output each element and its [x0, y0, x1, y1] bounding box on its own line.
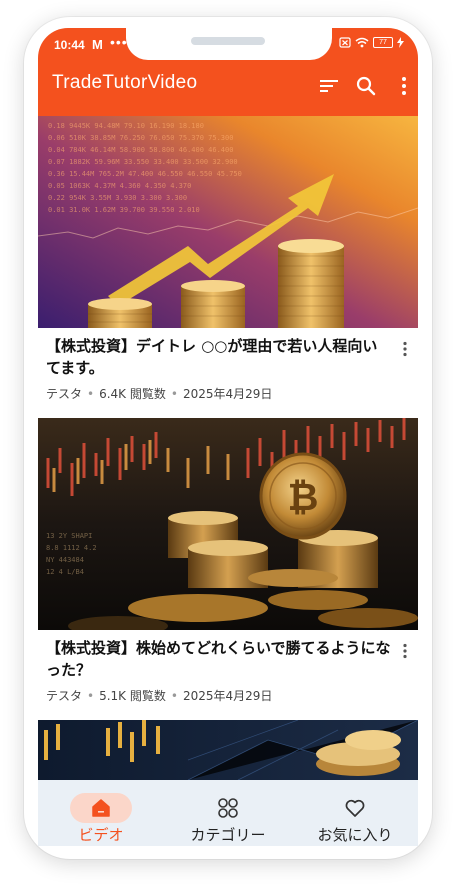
nav-favorite-label: お気に入り [317, 826, 393, 844]
status-time: 10:44 [54, 38, 85, 52]
app-bar: 10:44 M ••• 77 TradeTutorVideo [38, 28, 418, 116]
video-options-icon[interactable] [400, 341, 410, 357]
svg-text:8.8 1112 4.2: 8.8 1112 4.2 [46, 544, 97, 552]
charging-icon [397, 37, 404, 48]
more-vert-icon[interactable] [392, 74, 416, 98]
heart-icon [345, 799, 365, 817]
video-meta: テスタ • 5.1K 閲覧数 • 2025年4月29日 [46, 687, 272, 704]
svg-text:12 4 L/B4: 12 4 L/B4 [46, 568, 84, 576]
video-card[interactable]: 13 2Y SHAPI 8.8 1112 4.2 NY 443484 12 4 … [38, 418, 418, 720]
svg-text:₿: ₿ [288, 475, 319, 519]
svg-text:0.01 31.0K 1.62M 39.700: 0.01 31.0K 1.62M 39.700 39.550 2.010 [48, 206, 200, 214]
channel-name[interactable]: テスタ [46, 387, 82, 401]
separator: • [87, 689, 95, 703]
search-icon[interactable] [354, 74, 378, 98]
view-count: 5.1K 閲覧数 [99, 689, 166, 703]
bottom-navigation: ビデオ カテゴリー お気に入り [38, 780, 418, 846]
separator: • [87, 387, 95, 401]
wifi-icon [355, 37, 369, 48]
svg-text:0.04 784K 46.14M 58.900: 0.04 784K 46.14M 58.900 58.800 46.400 46… [48, 146, 233, 154]
svg-text:0.07 1882K 59.96M 33.550: 0.07 1882K 59.96M 33.550 33.400 33.500 3… [48, 158, 238, 166]
upload-date: 2025年4月29日 [182, 689, 273, 703]
video-list: 0.18 9445K 94.48M 79.10 16.190 18.180 0.… [38, 116, 418, 846]
video-options-icon[interactable] [400, 643, 410, 659]
separator: • [170, 387, 178, 401]
home-icon [92, 799, 110, 817]
channel-name[interactable]: テスタ [46, 689, 82, 703]
app-screen: 10:44 M ••• 77 TradeTutorVideo 0.18 9445… [38, 28, 418, 846]
category-grid-icon [218, 798, 238, 818]
camera-notch [126, 28, 332, 60]
nav-category-tab[interactable]: カテゴリー [164, 780, 292, 846]
speaker-grille [191, 37, 265, 45]
gmail-notification-icon: M [92, 37, 103, 52]
svg-text:13 2Y SHAPI: 13 2Y SHAPI [46, 532, 92, 540]
separator: • [170, 689, 178, 703]
svg-text:0.05 1063K 4.37M 4.360: 0.05 1063K 4.37M 4.360 4.350 4.370 [48, 182, 191, 190]
app-title: TradeTutorVideo [52, 72, 198, 93]
upload-date: 2025年4月29日 [182, 387, 273, 401]
video-title[interactable]: 【株式投資】デイトレ ○○が理由で若い人程向いてます。 [46, 335, 391, 379]
svg-text:0.18 9445K 94.48M 79.10 1: 0.18 9445K 94.48M 79.10 16.190 18.180 [48, 122, 204, 130]
no-sim-icon [339, 37, 351, 48]
nav-favorite-tab[interactable]: お気に入り [292, 780, 418, 846]
svg-text:0.22 954K 3.55M 3.930: 0.22 954K 3.55M 3.930 3.300 3.300 [48, 194, 187, 202]
sort-icon[interactable] [317, 74, 341, 98]
nav-video-tab[interactable]: ビデオ [38, 780, 164, 846]
svg-text:NY 443484: NY 443484 [46, 556, 84, 564]
svg-text:0.36 15.44M 765.2M 47.400: 0.36 15.44M 765.2M 47.400 46.550 46.550 … [48, 170, 242, 178]
nav-category-label: カテゴリー [190, 826, 266, 844]
svg-text:0.06 510K 38.85M 76.250: 0.06 510K 38.85M 76.250 76.050 75.370 75… [48, 134, 233, 142]
status-icons: 77 [339, 37, 404, 48]
view-count: 6.4K 閲覧数 [99, 387, 166, 401]
nav-video-label: ビデオ [78, 826, 124, 844]
video-thumbnail[interactable]: 0.18 9445K 94.48M 79.10 16.190 18.180 0.… [38, 116, 418, 328]
battery-icon: 77 [373, 37, 393, 48]
video-card[interactable]: 0.18 9445K 94.48M 79.10 16.190 18.180 0.… [38, 116, 418, 418]
video-thumbnail[interactable]: 13 2Y SHAPI 8.8 1112 4.2 NY 443484 12 4 … [38, 418, 418, 630]
video-meta: テスタ • 6.4K 閲覧数 • 2025年4月29日 [46, 385, 272, 402]
video-title[interactable]: 【株式投資】株始めてどれくらいで勝てるようになった？ [46, 637, 391, 681]
